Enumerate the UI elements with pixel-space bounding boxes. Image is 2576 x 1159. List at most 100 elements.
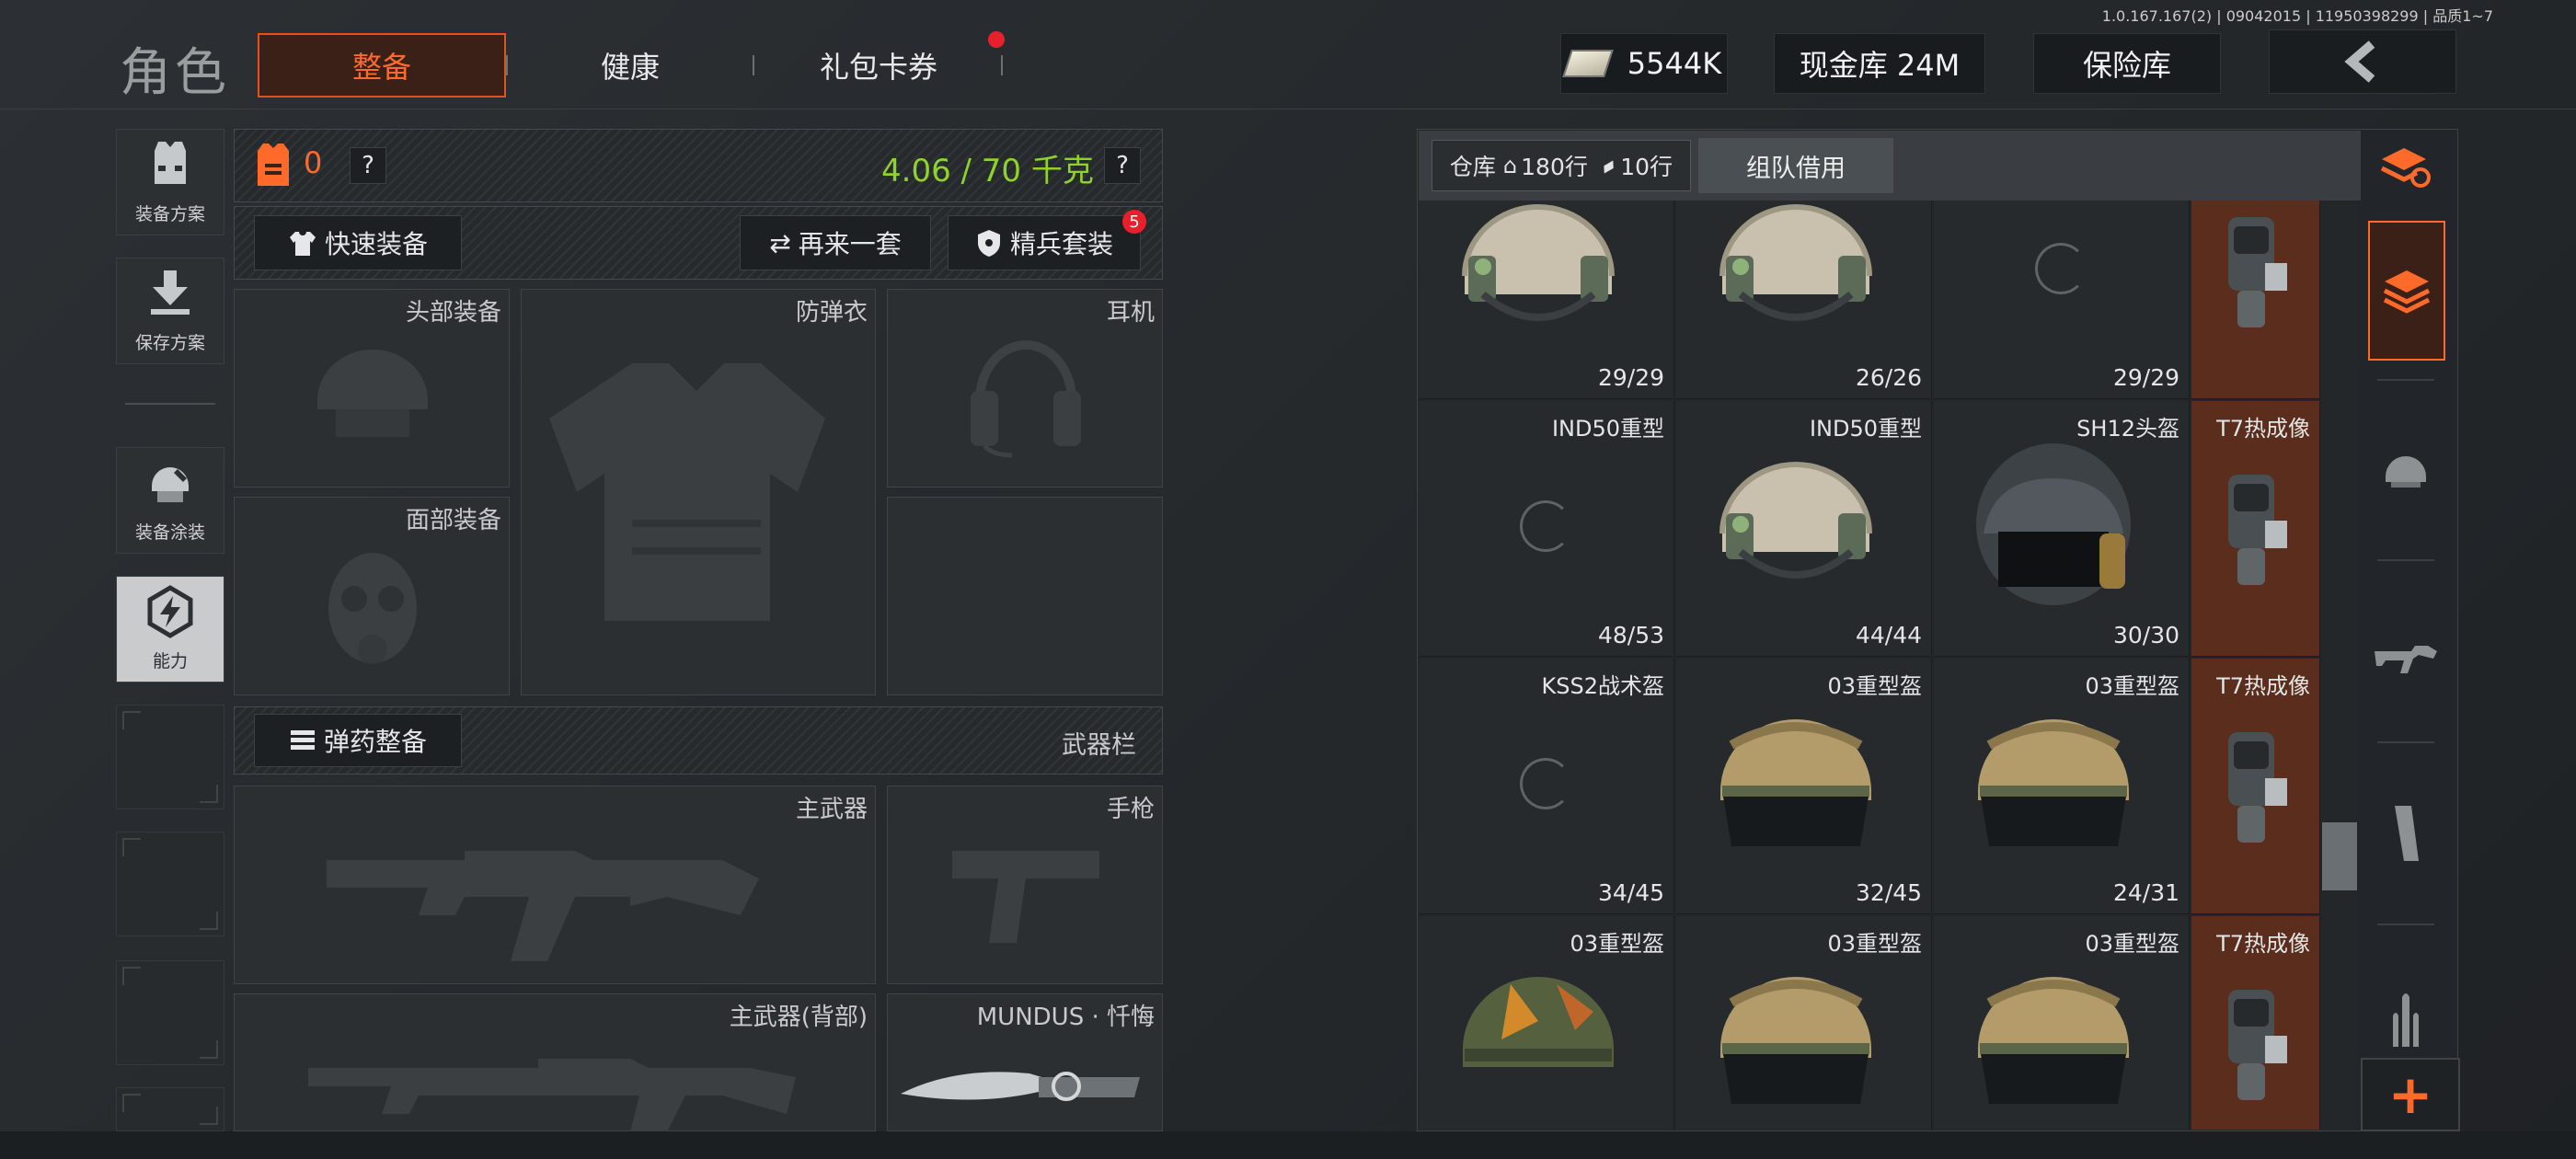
back-button[interactable] [2269,29,2456,94]
elite-set-button[interactable]: 精兵套装 [948,215,1141,270]
empty-slot[interactable] [116,705,224,809]
save-plan-button[interactable]: 保存方案 [116,258,224,364]
tab-separator [2377,379,2434,381]
rifle-silhouette-icon [327,851,759,961]
insurance-vault-button[interactable]: 保险库 [2033,33,2221,94]
refresh-icon: ⇄ [769,227,791,258]
loadout-plan-button[interactable]: 装备方案 [116,129,224,235]
rifle-tab[interactable] [2368,603,2444,705]
helmet-paint-icon [143,456,198,508]
helmet-item-icon [1961,947,2145,1130]
inventory-item[interactable]: 03重型盔 [1419,916,1674,1130]
vest-icon [143,138,198,189]
face-slot-label: 面部装备 [405,507,501,534]
inventory-item[interactable]: IND50重型29/29 [1934,201,2190,399]
stack-tab-active[interactable] [2368,221,2445,361]
melee-slot[interactable]: MUNDUS · 忏悔 [887,993,1163,1131]
item-name: IND50重型 [1551,416,1664,442]
ammo-tab[interactable] [2368,970,2444,1071]
armor-help-button[interactable]: ? [350,147,386,184]
notification-dot [988,31,1005,48]
inventory-item[interactable]: T7热成像 [2191,201,2320,399]
version-label: 1.0.167.167(2) | 09042015 | 11950398299 … [2101,7,2493,25]
download-icon [143,267,198,318]
add-button[interactable]: + [2361,1058,2460,1131]
tab-gift-coupons[interactable]: 礼包卡券 [754,33,1003,98]
tab-separator [2377,924,2434,925]
primary-weapon-slot[interactable]: 主武器 [234,786,876,984]
ability-button[interactable]: 能力 [116,576,224,683]
item-durability: 30/30 [2112,622,2179,648]
helmet-item-icon [1704,690,1888,878]
item-name: T7热成像 [2216,931,2310,957]
headset-slot[interactable]: 耳机 [887,289,1163,488]
ammo-label: 弹药整备 [323,727,427,757]
inventory-item[interactable]: 03重型盔 32/45 [1676,659,1932,914]
again-button[interactable]: ⇄ 再来一套 [740,215,931,270]
item-durability: 32/45 [1855,879,1922,906]
face-slot[interactable]: 面部装备 [234,497,510,695]
helmet-item-icon [1961,690,2145,878]
money-display[interactable]: 5544K [1560,33,1728,94]
paint-button[interactable]: 装备涂装 [116,447,224,554]
inventory-item[interactable]: T7热成像 [2191,916,2320,1130]
inventory-item[interactable]: T7热成像 [2191,659,2320,914]
lightning-gear-icon [143,585,198,638]
item-durability: 26/26 [1855,364,1922,391]
inventory-item[interactable]: 03重型盔 24/31 [1934,659,2190,914]
inventory-item[interactable]: IND50重型26/26 [1676,201,1932,399]
cash-icon [1561,50,1614,77]
pistol-silhouette-icon [952,851,1099,943]
empty-slot[interactable] [116,960,224,1065]
money-value: 5544K [1627,46,1722,81]
inventory-scroll-track[interactable] [2322,201,2357,1130]
warehouse-label: 仓库 [1449,154,1496,180]
warehouse-rows: 180行 [1521,154,1588,180]
refresh-stack-tab[interactable] [2368,116,2444,217]
thermal-goggles-icon [2210,465,2293,607]
head-slot[interactable]: 头部装备 [234,289,510,488]
inventory-item[interactable]: IND50重型 44/44 [1676,401,1932,657]
tab-health[interactable]: 健康 [506,33,754,98]
inventory-item[interactable]: IND50重型29/29 [1419,201,1674,399]
inventory-item[interactable]: T7热成像 [2191,401,2320,657]
inventory-scrollbar-thumb[interactable] [2322,822,2357,890]
helmet-item-icon [1704,947,1888,1130]
tab-equip[interactable]: 整备 [258,33,506,98]
body-armor-silhouette-icon [549,363,825,621]
team-borrow-button[interactable]: 组队借用 [1698,138,1893,193]
primary-weapon-label: 主武器 [795,796,868,823]
pistol-slot[interactable]: 手枪 [887,786,1163,984]
ability-label: 能力 [152,651,188,671]
inventory-item[interactable]: KSS2战术盔 34/45 [1419,659,1674,914]
empty-slot[interactable] [116,832,224,936]
page-title: 角色 [120,43,230,103]
inventory-item[interactable]: 03重型盔 [1676,916,1932,1130]
primary-back-slot[interactable]: 主武器(背部) [234,993,876,1132]
bottom-bar [0,1131,2576,1159]
empty-slot[interactable] [116,1087,224,1131]
inventory-item[interactable]: 03重型盔 [1934,916,2190,1130]
warehouse-info[interactable]: 仓库 ⌂ 180行 ▰ 10行 [1432,140,1691,191]
weight-help-button[interactable]: ? [1104,147,1141,184]
shirt-icon [289,232,316,256]
item-durability: 44/44 [1855,622,1922,648]
item-name: T7热成像 [2216,673,2310,699]
helmet-item-icon [1704,432,1888,620]
helmet-item-icon [1961,432,2145,620]
melee-slot-label: MUNDUS · 忏悔 [976,1004,1155,1031]
quick-equip-button[interactable]: 快速装备 [254,215,462,270]
ammo-button[interactable]: 弹药整备 [254,714,462,767]
head-slot-label: 头部装备 [405,299,501,327]
item-name: T7热成像 [2216,416,2310,442]
elite-set-badge: 5 [1122,210,1146,234]
vest-slot[interactable]: 防弹衣 [521,289,876,695]
magazine-tab[interactable] [2368,784,2444,885]
inventory-item[interactable]: IND50重型 48/53 [1419,401,1674,657]
cash-vault-button[interactable]: 现金库 24M [1774,33,1985,94]
armor-count: 0 [304,145,323,180]
thermal-goggles-icon [2210,208,2293,350]
helmet-tab[interactable] [2368,418,2444,519]
inventory-item[interactable]: SH12头盔 30/30 [1934,401,2190,657]
helmet-item-icon [1704,201,1888,362]
